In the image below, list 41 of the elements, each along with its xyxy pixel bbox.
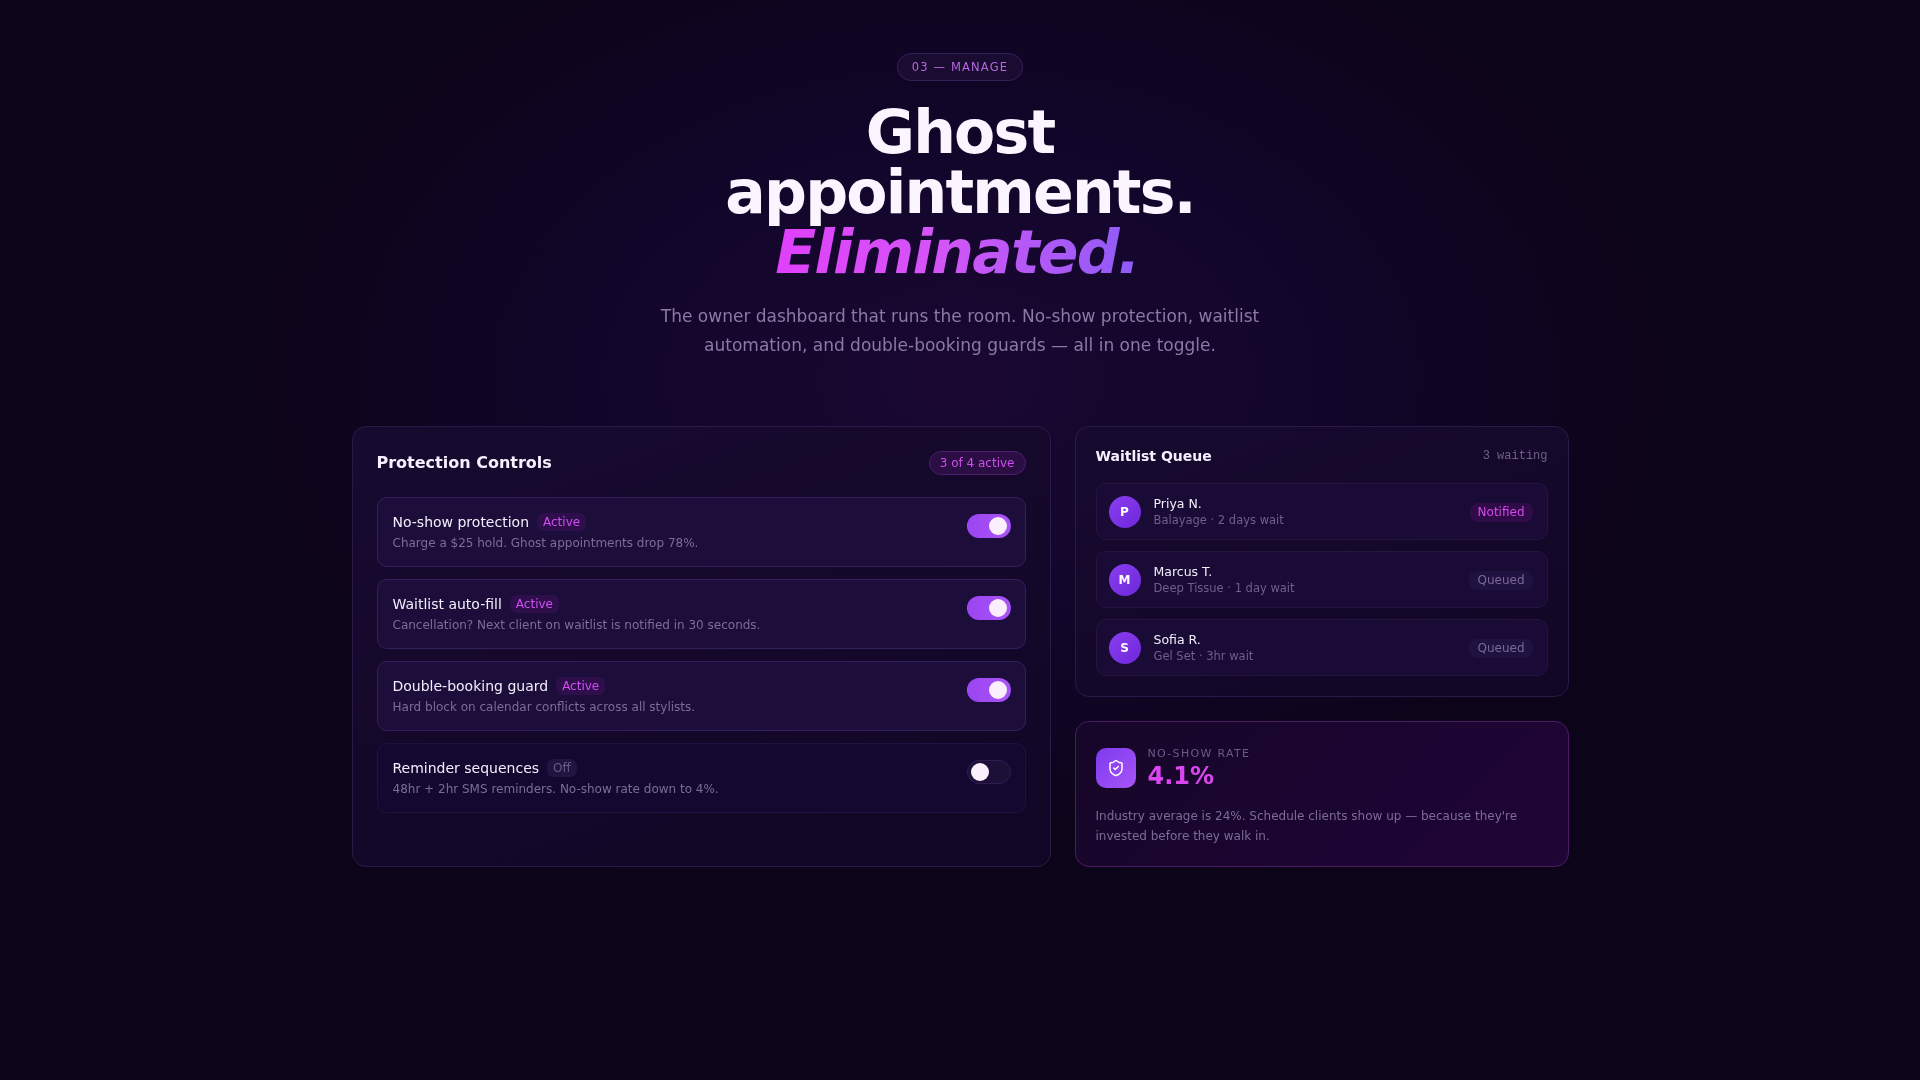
client-name: Priya N.	[1153, 496, 1203, 512]
control-description: Cancellation? Next client on waitlist is notified in 30 seconds.	[392, 617, 761, 634]
status-tag: Active	[537, 513, 587, 531]
waitlist-entry[interactable]: S Sofia R. Gel Set · 3hr wait Queued	[1095, 619, 1548, 676]
subtitle: The owner dashboard that runs the room. No-show protection, waitlist automation, and double-booking guards — all in one toggle.	[659, 305, 1261, 357]
service-detail: Gel Set · 3hr wait	[1153, 648, 1255, 664]
status-tag: Off	[547, 759, 577, 777]
control-label: No-show protection	[392, 514, 529, 530]
control-description: 48hr + 2hr SMS reminders. No-show rate down to 4%.	[392, 781, 719, 798]
avatar: P	[1108, 496, 1141, 528]
status-tag: Queued	[1469, 638, 1533, 658]
control-description: Charge a $25 hold. Ghost appointments drop 78%.	[392, 535, 699, 552]
client-name: Marcus T.	[1153, 564, 1214, 580]
stat-description: Industry average is 24%. Schedule clients show up — because they're invested before they walk in.	[1095, 808, 1519, 845]
waiting-count: 3 waiting	[1482, 449, 1548, 463]
waitlist-entry[interactable]: M Marcus T. Deep Tissue · 1 day wait Queued	[1095, 551, 1548, 608]
toggle-switch[interactable]	[966, 678, 1011, 702]
service-detail: Deep Tissue · 1 day wait	[1153, 580, 1296, 596]
waitlist-entry[interactable]: P Priya N. Balayage · 2 days wait Notified	[1095, 483, 1548, 540]
toggle-switch[interactable]	[966, 514, 1011, 538]
section-eyebrow: 03 — MANAGE	[896, 53, 1024, 81]
service-detail: Balayage · 2 days wait	[1153, 512, 1285, 528]
toggle-switch[interactable]	[966, 760, 1011, 784]
status-tag: Notified	[1469, 502, 1533, 522]
status-tag: Active	[509, 595, 559, 613]
avatar: M	[1108, 564, 1141, 596]
control-label: Waitlist auto-fill	[392, 596, 502, 612]
stat-value: 4.1%	[1147, 762, 1216, 790]
avatar: S	[1108, 632, 1141, 664]
control-label: Reminder sequences	[392, 760, 540, 776]
status-tag: Queued	[1469, 570, 1533, 590]
stat-label: NO-SHOW RATE	[1147, 746, 1251, 762]
toggle-switch[interactable]	[966, 596, 1011, 620]
client-name: Sofia R.	[1153, 632, 1202, 648]
active-count-pill: 3 of 4 active	[928, 451, 1026, 475]
status-tag: Active	[556, 677, 606, 695]
panel-title: Waitlist Queue	[1095, 447, 1212, 465]
panel-title: Protection Controls	[376, 454, 552, 472]
control-label: Double-booking guard	[392, 678, 549, 694]
control-description: Hard block on calendar conflicts across all stylists.	[392, 699, 696, 716]
shield-check-icon	[1095, 748, 1136, 788]
